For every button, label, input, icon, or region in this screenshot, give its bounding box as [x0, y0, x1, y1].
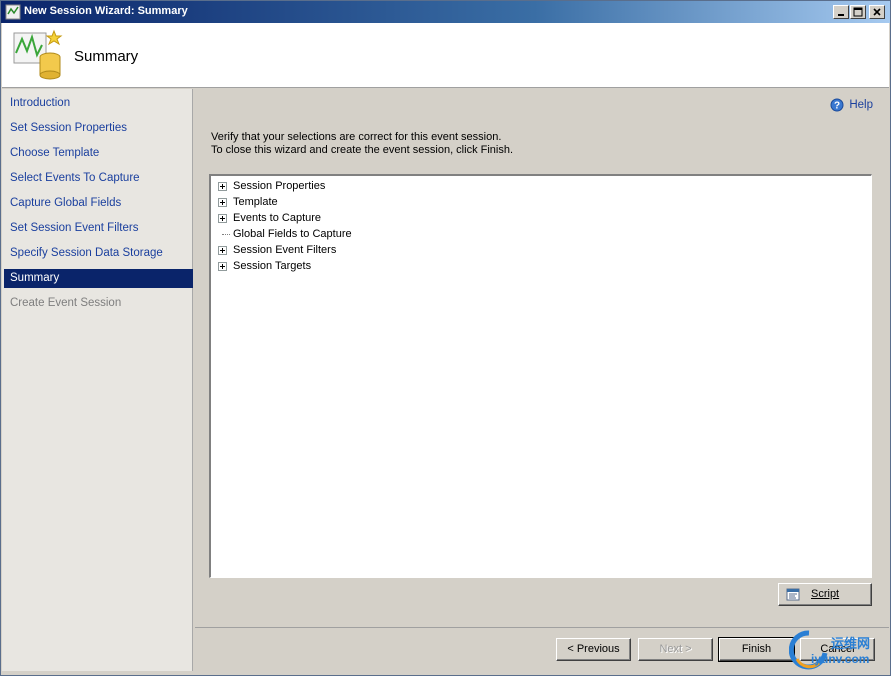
expand-icon[interactable]	[218, 198, 227, 207]
help-label: Help	[849, 99, 873, 111]
expand-icon[interactable]	[218, 246, 227, 255]
expand-icon[interactable]	[218, 214, 227, 223]
minimize-icon	[838, 14, 844, 16]
nav-item-choose-template[interactable]: Choose Template	[4, 144, 193, 163]
wizard-window: New Session Wizard: Summary Summary Intr…	[0, 0, 891, 676]
help-link[interactable]: ? Help	[830, 98, 873, 112]
tree-line	[222, 234, 230, 235]
nav-item-specify-data-storage[interactable]: Specify Session Data Storage	[4, 244, 193, 263]
page-title: Summary	[74, 48, 139, 65]
watermark-line-1: 运维网	[831, 636, 871, 651]
expand-icon[interactable]	[218, 262, 227, 271]
window-title: New Session Wizard: Summary	[24, 5, 188, 17]
script-icon	[786, 588, 800, 601]
svg-text:?: ?	[834, 101, 840, 112]
wizard-footer: < Previous Next > Finish Cancel	[195, 627, 889, 671]
wizard-step-nav: Introduction Set Session Properties Choo…	[2, 89, 193, 671]
nav-item-set-event-filters[interactable]: Set Session Event Filters	[4, 219, 193, 238]
summary-tree[interactable]: Session Properties Template Events to Ca…	[209, 174, 872, 578]
previous-button[interactable]: < Previous	[556, 638, 631, 661]
expand-icon[interactable]	[218, 182, 227, 191]
event-session-icon	[13, 29, 63, 80]
tree-node-label: Events to Capture	[233, 212, 322, 224]
maximize-button[interactable]	[850, 5, 866, 19]
header-banner: Summary	[2, 23, 889, 88]
description-line-2: To close this wizard and create the even…	[211, 144, 514, 156]
tree-node-label: Session Event Filters	[233, 244, 337, 256]
title-bar[interactable]: New Session Wizard: Summary	[1, 1, 890, 23]
help-icon: ?	[830, 98, 844, 112]
maximize-icon	[853, 7, 863, 17]
finish-button[interactable]: Finish	[718, 637, 795, 662]
nav-item-introduction[interactable]: Introduction	[4, 94, 193, 113]
close-button[interactable]	[869, 5, 885, 19]
close-icon	[873, 8, 881, 16]
next-button: Next >	[638, 638, 713, 661]
wizard-icon	[5, 4, 21, 20]
nav-item-summary[interactable]: Summary	[4, 269, 193, 288]
description-line-1: Verify that your selections are correct …	[211, 131, 502, 143]
watermark: 运维网 iyunv.com	[789, 629, 889, 673]
tree-node-label: Session Properties	[233, 180, 326, 192]
main-panel: ? Help Verify that your selections are c…	[195, 89, 889, 627]
watermark-line-2: iyunv.com	[811, 652, 870, 666]
nav-item-set-session-properties[interactable]: Set Session Properties	[4, 119, 193, 138]
script-label: Script	[811, 588, 840, 600]
script-button[interactable]: Script	[778, 583, 872, 606]
nav-item-create-event-session: Create Event Session	[10, 297, 122, 309]
nav-item-capture-global-fields[interactable]: Capture Global Fields	[4, 194, 193, 213]
nav-item-select-events[interactable]: Select Events To Capture	[4, 169, 193, 188]
minimize-button[interactable]	[833, 5, 849, 19]
tree-node-label: Template	[233, 196, 278, 208]
tree-node-label: Session Targets	[233, 260, 312, 272]
tree-node-label: Global Fields to Capture	[233, 228, 352, 240]
